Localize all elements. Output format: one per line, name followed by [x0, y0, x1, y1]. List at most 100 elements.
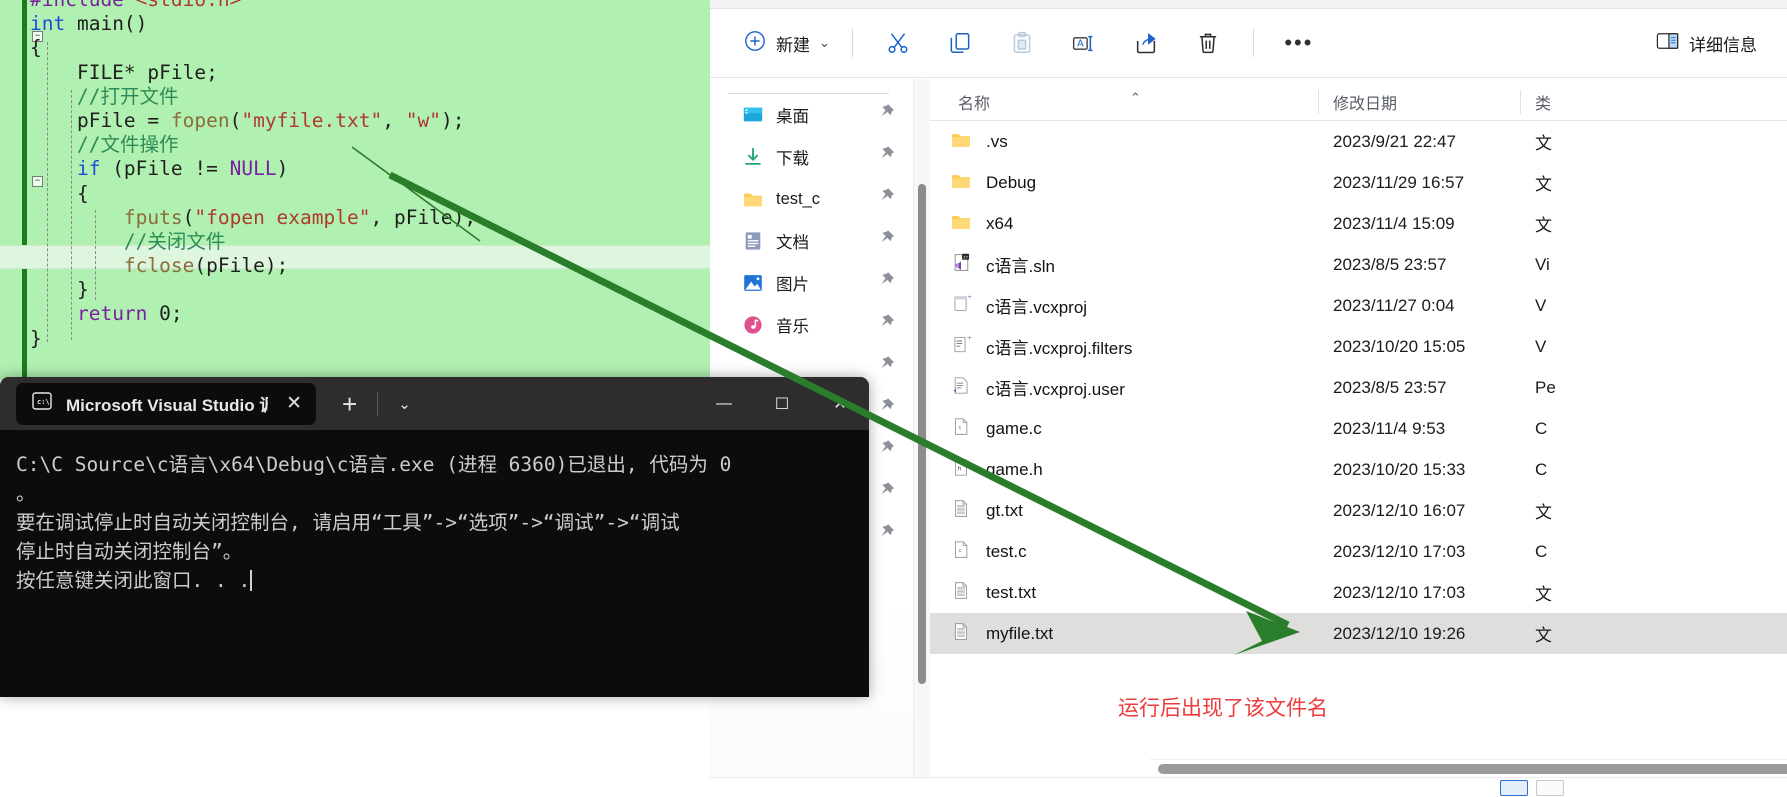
file-name[interactable]: myfile.txt: [986, 624, 1053, 644]
file-type: Pe: [1535, 377, 1556, 397]
h-icon: h ++: [950, 456, 972, 483]
console-window[interactable]: c:\ Microsoft Visual Studio 调试控 ✕ + ⌄ — …: [0, 377, 869, 697]
pictures-icon: [742, 272, 764, 294]
new-tab-button[interactable]: +: [342, 391, 357, 417]
table-row[interactable]: c game.c 2023/11/4 9:53 C: [930, 408, 1787, 449]
pin-icon[interactable]: [875, 228, 897, 255]
copy-button[interactable]: [937, 23, 983, 63]
file-name[interactable]: c语言.vcxproj.filters: [986, 334, 1132, 359]
file-type: C: [1535, 418, 1548, 438]
file-name[interactable]: c语言.vcxproj: [986, 293, 1087, 318]
close-button[interactable]: ✕: [811, 377, 869, 430]
pin-icon[interactable]: [875, 438, 897, 465]
nav-item-label: 音乐: [776, 318, 809, 336]
horizontal-scrollbar-thumb[interactable]: [1158, 764, 1787, 774]
table-row[interactable]: 17 c语言.sln 2023/8/5 23:57 Vi: [930, 244, 1787, 285]
code-line: //打开文件: [30, 84, 179, 108]
table-row[interactable]: gt.txt 2023/12/10 16:07 文: [930, 490, 1787, 531]
sln-icon: 17: [950, 251, 972, 278]
details-pane-button[interactable]: 详细信息: [1647, 24, 1765, 63]
nav-item-桌面[interactable]: 桌面: [710, 94, 913, 136]
console-tab-title: Microsoft Visual Studio 调试控: [66, 396, 269, 415]
table-row[interactable]: ++ c语言.vcxproj 2023/11/27 0:04 V: [930, 285, 1787, 326]
svg-text:++: ++: [963, 459, 970, 465]
file-modified-date: 2023/12/10 17:03: [1333, 541, 1466, 561]
folder-icon: [950, 169, 972, 196]
folder-icon: [950, 128, 972, 155]
console-title-bar[interactable]: c:\ Microsoft Visual Studio 调试控 ✕ + ⌄ — …: [0, 377, 869, 430]
close-icon[interactable]: ✕: [286, 392, 302, 415]
file-name[interactable]: gt.txt: [986, 501, 1023, 521]
nav-item-label: test_c: [776, 189, 821, 208]
table-row[interactable]: .vs 2023/9/21 22:47 文: [930, 121, 1787, 162]
nav-item-test_c[interactable]: test_c: [710, 178, 913, 220]
window-controls[interactable]: — ☐ ✕: [695, 377, 869, 430]
nav-scrollbar[interactable]: [914, 79, 930, 797]
file-modified-date: 2023/11/27 0:04: [1333, 295, 1455, 315]
nav-scrollbar-thumb[interactable]: [918, 184, 926, 684]
column-header-name[interactable]: 名称: [958, 90, 990, 114]
file-name[interactable]: game.c: [986, 419, 1042, 439]
code-line: //关闭文件: [30, 229, 226, 253]
table-row[interactable]: myfile.txt 2023/12/10 19:26 文: [930, 613, 1787, 654]
table-row[interactable]: ++ c语言.vcxproj.filters 2023/10/20 15:05 V: [930, 326, 1787, 367]
file-modified-date: 2023/11/4 15:09: [1333, 213, 1455, 233]
maximize-button[interactable]: ☐: [753, 377, 811, 430]
file-type: C: [1535, 541, 1548, 561]
view-details-toggle[interactable]: [1500, 780, 1528, 796]
table-row[interactable]: h ++ game.h 2023/10/20 15:33 C: [930, 449, 1787, 490]
nav-item-图片[interactable]: 图片: [710, 262, 913, 304]
pin-icon[interactable]: [875, 102, 897, 129]
nav-item-下载[interactable]: 下载: [710, 136, 913, 178]
desktop-icon: [742, 104, 764, 126]
table-row[interactable]: c语言.vcxproj.user 2023/8/5 23:57 Pe: [930, 367, 1787, 408]
explorer-top-strip: [710, 0, 1787, 9]
share-button[interactable]: [1123, 23, 1169, 63]
toolbar-divider-2: [1252, 29, 1254, 57]
column-header-date[interactable]: 修改日期: [1333, 90, 1397, 114]
file-name[interactable]: game.h: [986, 460, 1043, 480]
pin-icon[interactable]: [875, 354, 897, 381]
file-explorer-window[interactable]: 新建 ⌄ A ••• 详细信息 桌面 下载 test_c 文档 图片 音乐 名称…: [710, 0, 1787, 797]
nav-item-文档[interactable]: 文档: [710, 220, 913, 262]
nav-item-label: 文档: [776, 234, 809, 252]
horizontal-scrollbar[interactable]: [1150, 759, 1787, 777]
more-options-button[interactable]: •••: [1276, 23, 1322, 63]
file-name[interactable]: test.txt: [986, 583, 1036, 603]
file-name[interactable]: c语言.sln: [986, 252, 1055, 277]
file-name[interactable]: test.c: [986, 542, 1027, 562]
explorer-toolbar[interactable]: 新建 ⌄ A ••• 详细信息: [710, 9, 1787, 78]
column-header-row[interactable]: 名称 ⌃ 修改日期 类: [930, 79, 1787, 121]
code-editor[interactable]: − − #include <stdio.h>int main(){ FILE* …: [0, 0, 712, 380]
minimize-button[interactable]: —: [695, 377, 753, 430]
delete-button[interactable]: [1185, 23, 1231, 63]
pin-icon[interactable]: [875, 270, 897, 297]
pin-icon[interactable]: [875, 396, 897, 423]
rename-button[interactable]: A: [1061, 23, 1107, 63]
table-row[interactable]: test.txt 2023/12/10 17:03 文: [930, 572, 1787, 613]
text-caret: [250, 570, 253, 591]
nav-item-音乐[interactable]: 音乐: [710, 304, 913, 346]
cut-button[interactable]: [875, 23, 921, 63]
table-row[interactable]: c test.c 2023/12/10 17:03 C: [930, 531, 1787, 572]
chevron-down-icon[interactable]: ⌄: [398, 395, 411, 413]
file-name[interactable]: x64: [986, 214, 1013, 234]
table-row[interactable]: Debug 2023/11/29 16:57 文: [930, 162, 1787, 203]
file-list-pane[interactable]: 名称 ⌃ 修改日期 类 .vs 2023/9/21 22:47 文 Debug 2023…: [930, 79, 1787, 797]
file-name[interactable]: c语言.vcxproj.user: [986, 375, 1125, 400]
pin-icon[interactable]: [875, 480, 897, 507]
pin-icon[interactable]: [875, 312, 897, 339]
console-tab[interactable]: c:\ Microsoft Visual Studio 调试控 ✕: [16, 382, 316, 425]
console-output[interactable]: C:\C Source\c语言\x64\Debug\c语言.exe (进程 63…: [0, 430, 869, 697]
pin-icon[interactable]: [875, 144, 897, 171]
new-button[interactable]: 新建 ⌄: [735, 23, 838, 64]
file-name[interactable]: .vs: [986, 132, 1008, 152]
table-row[interactable]: x64 2023/11/4 15:09 文: [930, 203, 1787, 244]
column-divider-2[interactable]: [1520, 90, 1521, 114]
pin-icon[interactable]: [875, 186, 897, 213]
column-header-type[interactable]: 类: [1535, 90, 1551, 114]
pin-icon[interactable]: [875, 522, 897, 549]
view-tiles-toggle[interactable]: [1536, 780, 1564, 796]
column-divider-1[interactable]: [1318, 90, 1319, 114]
file-name[interactable]: Debug: [986, 173, 1036, 193]
